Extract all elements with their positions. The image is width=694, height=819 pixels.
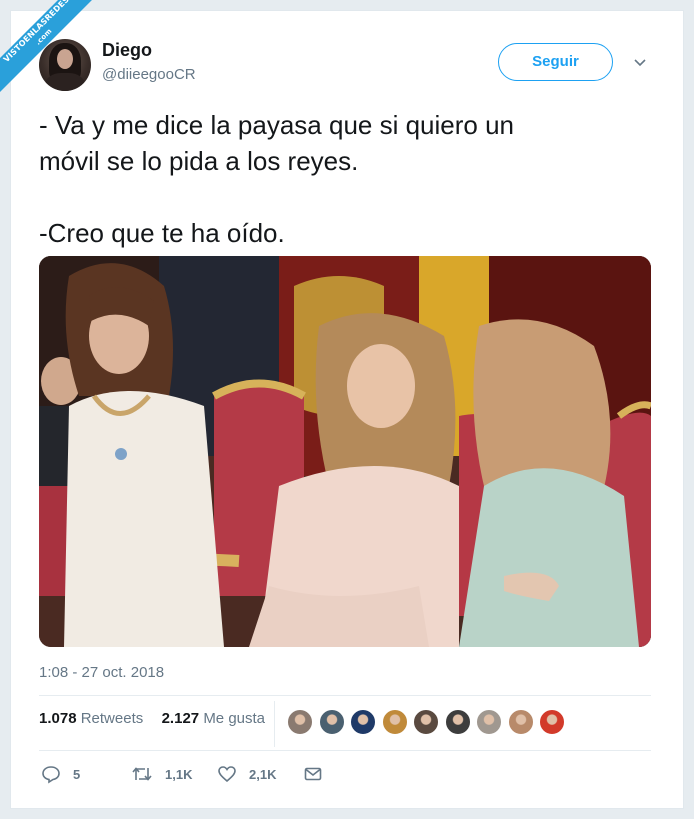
tweet-text: - Va y me dice la payasa que si quiero u… (39, 110, 515, 248)
retweet-button[interactable]: 1,1K (131, 763, 192, 785)
photo-illustration (39, 256, 651, 647)
retweet-icon (132, 767, 152, 781)
chevron-down-icon[interactable] (633, 55, 647, 69)
retweets-count[interactable]: 1.078 (39, 710, 77, 727)
tweet-photo[interactable] (39, 256, 651, 647)
like-count: 2,1K (249, 766, 277, 782)
reply-count: 5 (73, 766, 81, 782)
liker-avatar-7[interactable] (507, 709, 534, 735)
divider (39, 695, 651, 696)
like-button[interactable]: 2,1K (217, 763, 276, 785)
divider (39, 750, 651, 751)
reply-button[interactable]: 5 (41, 763, 80, 785)
liker-avatar-0[interactable] (287, 709, 313, 735)
tweet-card: Diego @diieegooCR Seguir - Va y me dice … (10, 10, 684, 809)
avatar-face (57, 49, 73, 69)
reply-icon (42, 766, 60, 784)
follow-button[interactable]: Seguir (498, 43, 613, 81)
message-button[interactable] (303, 763, 323, 785)
retweets-label[interactable]: Retweets (81, 710, 144, 727)
liker-avatar-5[interactable] (444, 709, 471, 735)
author-avatar[interactable] (39, 39, 91, 91)
tweet-timestamp[interactable]: 1:08 - 27 oct. 2018 (39, 664, 164, 681)
likes-label[interactable]: Me gusta (203, 710, 265, 727)
liker-avatar-1[interactable] (318, 709, 345, 735)
heart-icon (218, 766, 236, 783)
liker-avatar-8[interactable] (539, 709, 565, 735)
liker-avatar-4[interactable] (413, 709, 439, 735)
author-handle[interactable]: @diieegooCR (102, 66, 196, 83)
liker-avatar-6[interactable] (476, 709, 502, 735)
liker-avatar-2[interactable] (350, 709, 376, 735)
avatar-body (45, 73, 85, 91)
likes-count[interactable]: 2.127 (162, 710, 200, 727)
envelope-icon (304, 767, 322, 781)
retweet-count: 1,1K (165, 766, 193, 782)
stats-separator (274, 701, 275, 747)
author-name[interactable]: Diego (102, 40, 152, 61)
engagement-stats: 1.078 Retweets 2.127 Me gusta (39, 710, 265, 727)
liker-avatar-3[interactable] (381, 709, 408, 735)
